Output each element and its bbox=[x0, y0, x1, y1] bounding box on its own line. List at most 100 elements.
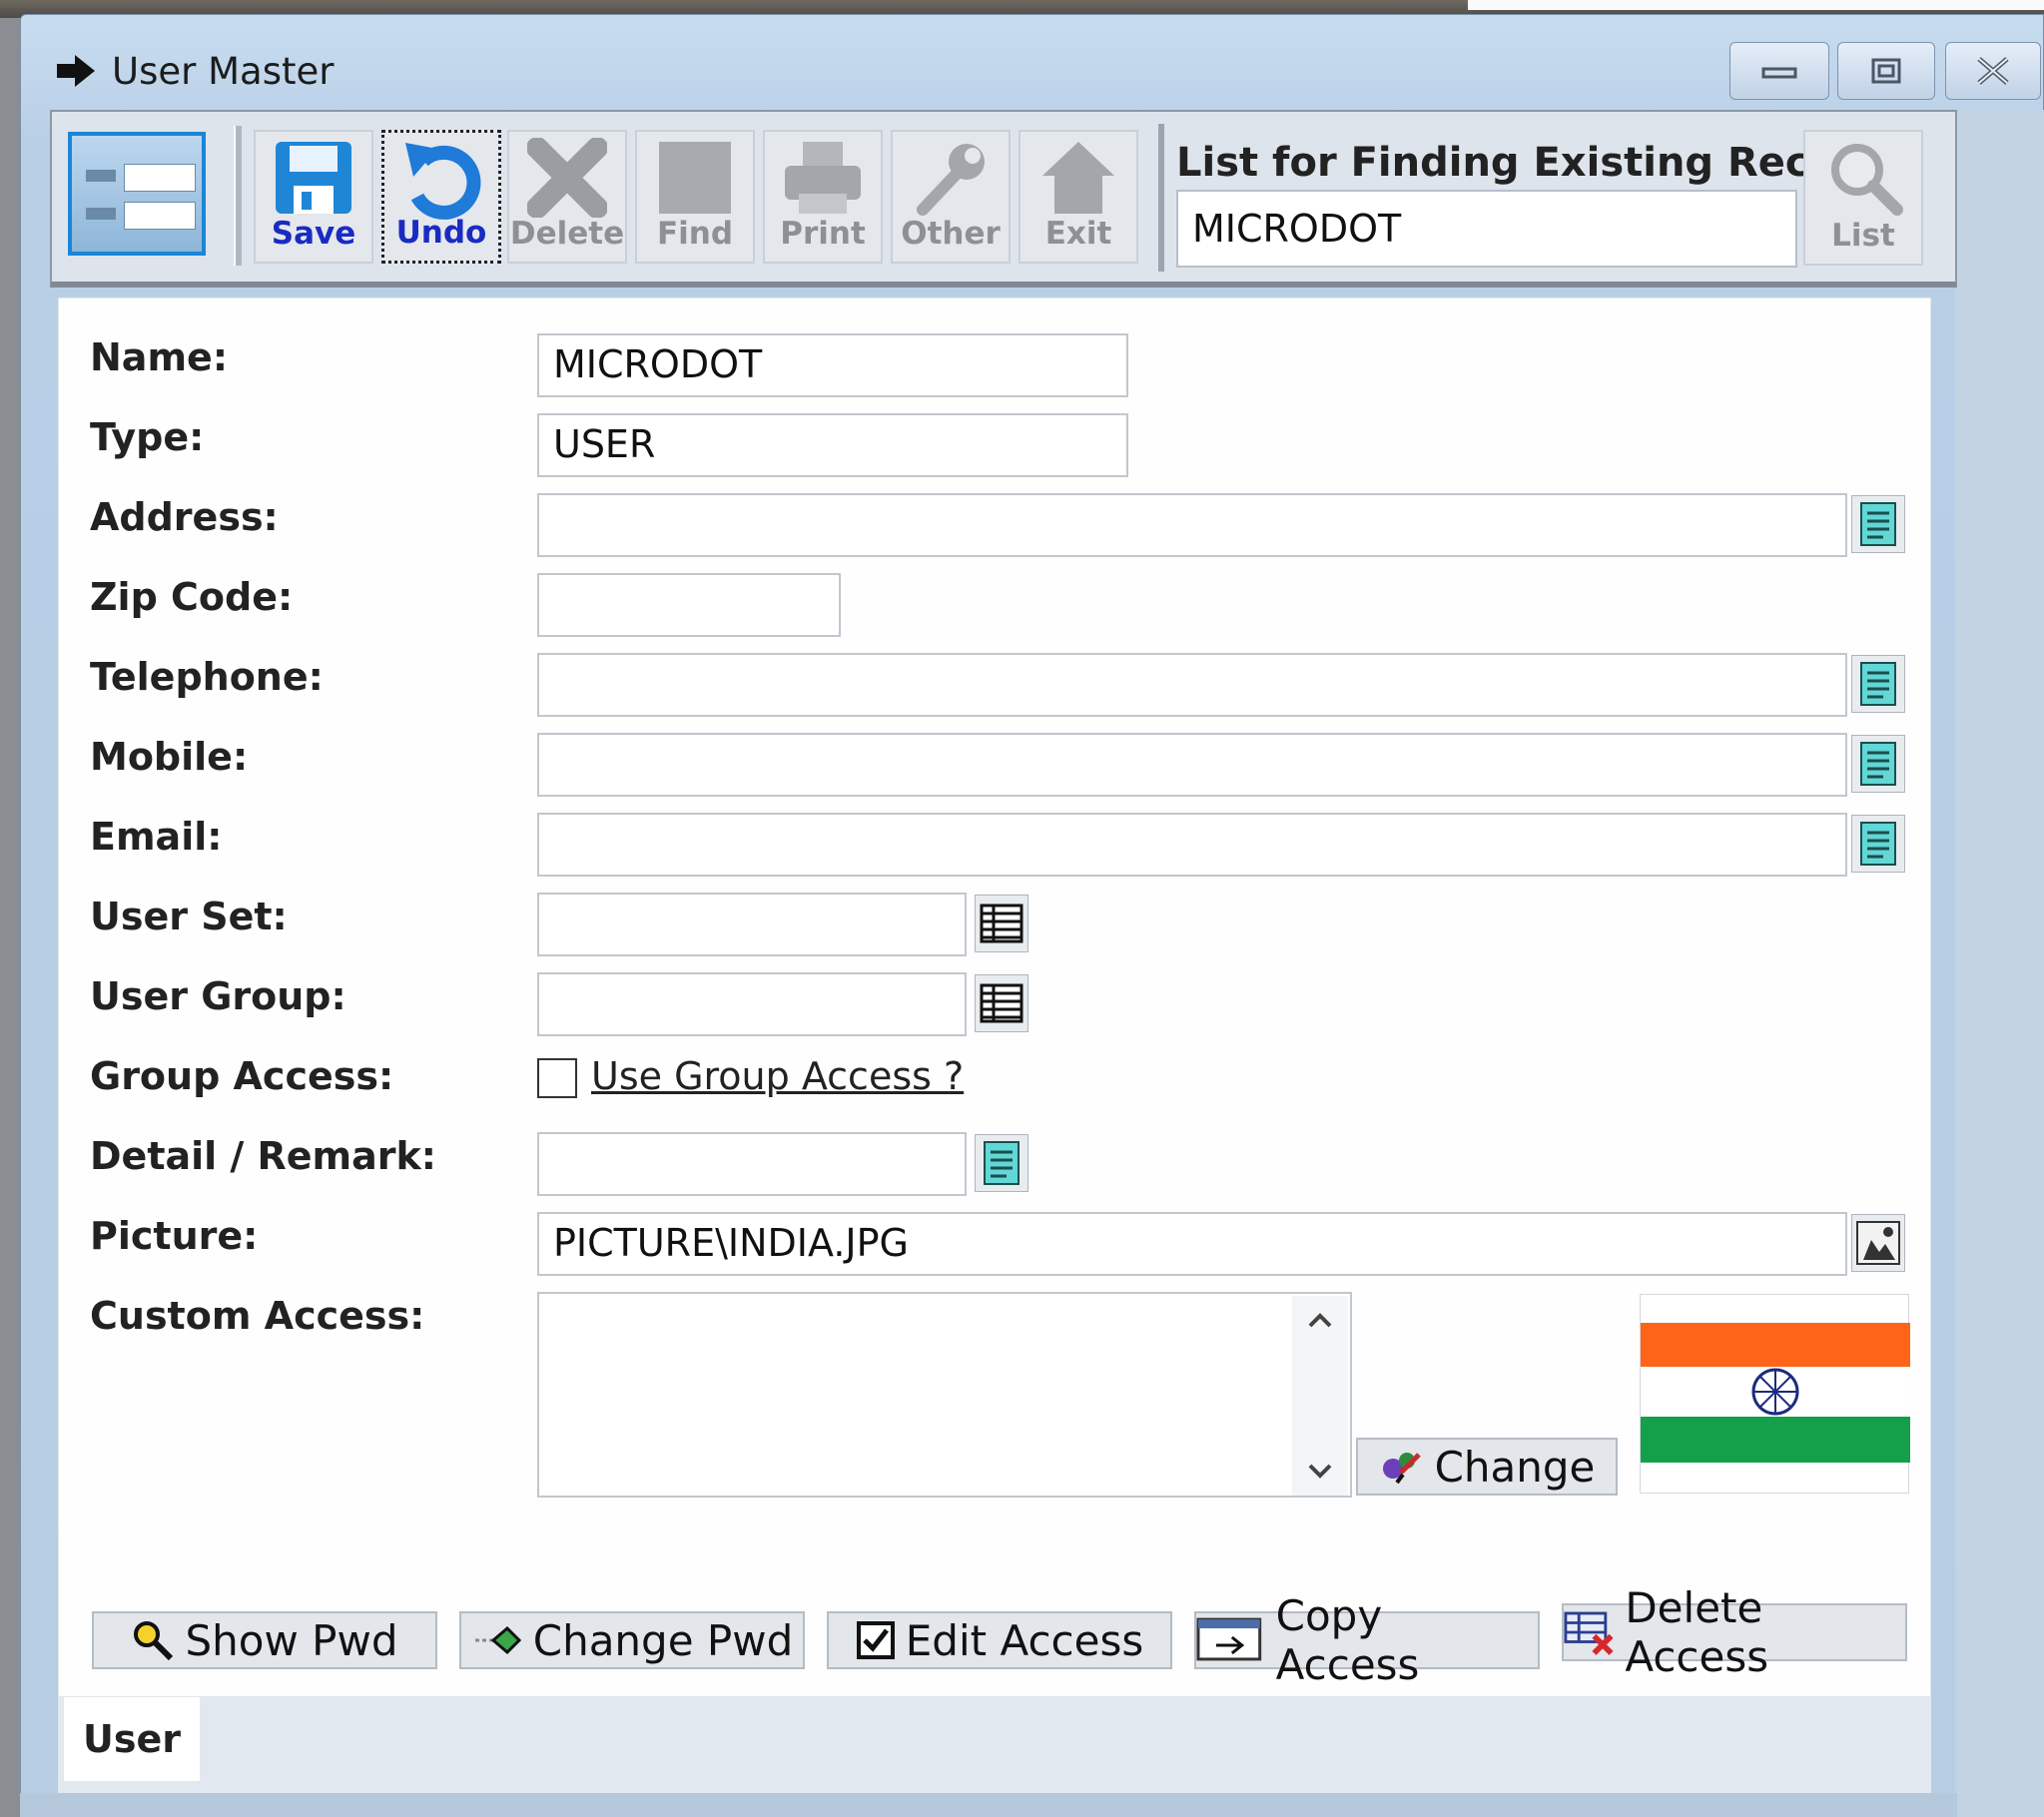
find-label: Find bbox=[656, 216, 734, 252]
user-picture bbox=[1640, 1294, 1910, 1494]
user-set-lookup-button[interactable] bbox=[975, 895, 1028, 952]
show-password-button[interactable]: Show Pwd bbox=[92, 1611, 437, 1669]
delete-label: Delete bbox=[509, 216, 625, 252]
user-group-lookup-button[interactable] bbox=[975, 974, 1028, 1032]
type-label: Type: bbox=[90, 415, 205, 459]
print-button[interactable]: Print bbox=[763, 130, 883, 264]
save-label: Save bbox=[271, 216, 356, 252]
close-icon bbox=[1977, 57, 2009, 85]
mobile-label: Mobile: bbox=[90, 735, 249, 779]
exit-button[interactable]: Exit bbox=[1019, 130, 1138, 264]
note-icon bbox=[1860, 502, 1896, 546]
group-access-label: Group Access: bbox=[90, 1054, 394, 1098]
magnifier-icon bbox=[1831, 144, 1903, 216]
delete-button[interactable]: Delete bbox=[507, 130, 627, 264]
key-pen-icon bbox=[474, 1625, 521, 1655]
custom-access-label: Custom Access: bbox=[90, 1294, 425, 1338]
print-label: Print bbox=[780, 216, 866, 252]
house-exit-icon bbox=[1042, 142, 1114, 214]
window-bottom-border bbox=[20, 1793, 1957, 1817]
mobile-note-button[interactable] bbox=[1851, 735, 1905, 793]
picture-browse-button[interactable] bbox=[1851, 1214, 1905, 1272]
find-record-input[interactable]: MICRODOT bbox=[1176, 190, 1797, 268]
other-label: Other bbox=[901, 216, 1001, 252]
change-password-label: Change Pwd bbox=[532, 1615, 794, 1665]
edit-access-label: Edit Access bbox=[905, 1615, 1144, 1665]
edit-access-button[interactable]: Edit Access bbox=[827, 1611, 1172, 1669]
delete-access-button[interactable]: Delete Access bbox=[1562, 1583, 1907, 1681]
user-set-input[interactable] bbox=[537, 893, 967, 956]
picture-label: Picture: bbox=[90, 1214, 259, 1258]
window-title: User Master bbox=[112, 50, 335, 93]
list-label: List bbox=[1831, 218, 1895, 254]
grid-table-icon bbox=[980, 983, 1023, 1023]
detail-remark-input[interactable] bbox=[537, 1132, 967, 1196]
name-input[interactable]: MICRODOT bbox=[537, 333, 1128, 397]
show-password-label: Show Pwd bbox=[185, 1615, 398, 1665]
note-icon bbox=[984, 1141, 1020, 1185]
note-icon bbox=[1860, 822, 1896, 866]
save-button[interactable]: Save bbox=[254, 130, 373, 264]
india-flag-image bbox=[1641, 1323, 1910, 1463]
change-label: Change bbox=[1434, 1442, 1596, 1492]
minimize-button[interactable] bbox=[1729, 42, 1829, 100]
find-record-label: List for Finding Existing Record: bbox=[1176, 140, 1901, 186]
exit-label: Exit bbox=[1044, 216, 1112, 252]
email-note-button[interactable] bbox=[1851, 815, 1905, 873]
name-label: Name: bbox=[90, 335, 229, 379]
change-password-button[interactable]: Change Pwd bbox=[459, 1611, 805, 1669]
undo-icon bbox=[405, 143, 481, 220]
copy-access-label: Copy Access bbox=[1275, 1591, 1420, 1689]
image-browse-icon bbox=[1856, 1221, 1900, 1265]
user-group-input[interactable] bbox=[537, 972, 967, 1036]
type-input[interactable]: USER bbox=[537, 413, 1128, 477]
use-group-access-checkbox[interactable] bbox=[537, 1058, 577, 1098]
form-icon bbox=[68, 132, 206, 256]
toolbar-separator bbox=[234, 126, 242, 266]
detail-note-button[interactable] bbox=[975, 1134, 1028, 1192]
address-note-button[interactable] bbox=[1851, 495, 1905, 553]
tab-user[interactable]: User bbox=[64, 1697, 200, 1781]
floppy-disk-icon bbox=[276, 142, 351, 214]
use-group-access-label[interactable]: Use Group Access ? bbox=[591, 1054, 964, 1098]
custom-access-textarea[interactable] bbox=[537, 1292, 1352, 1498]
delete-access-label: Delete Access bbox=[1625, 1583, 1769, 1681]
picture-input[interactable]: PICTURE\INDIA.JPG bbox=[537, 1212, 1847, 1276]
detail-remark-label: Detail / Remark: bbox=[90, 1134, 436, 1178]
user-group-label: User Group: bbox=[90, 974, 346, 1018]
chevron-down-icon[interactable] bbox=[1306, 1462, 1334, 1482]
user-set-label: User Set: bbox=[90, 895, 288, 938]
desktop-window-edge bbox=[1468, 0, 2044, 10]
window-right-border bbox=[1955, 110, 2044, 1817]
restore-button[interactable] bbox=[1837, 42, 1935, 100]
printer-icon bbox=[785, 142, 861, 214]
find-button[interactable]: Find bbox=[635, 130, 755, 264]
telephone-label: Telephone: bbox=[90, 655, 324, 699]
minimize-icon bbox=[1761, 67, 1797, 79]
note-icon bbox=[1860, 662, 1896, 706]
tab-strip bbox=[58, 1697, 1931, 1797]
restore-icon bbox=[1871, 58, 1901, 84]
zip-code-label: Zip Code: bbox=[90, 575, 294, 619]
email-input[interactable] bbox=[537, 813, 1847, 877]
undo-button[interactable]: Undo bbox=[381, 130, 501, 264]
grid-table-icon bbox=[980, 904, 1023, 943]
find-icon bbox=[659, 142, 731, 214]
mobile-input[interactable] bbox=[537, 733, 1847, 797]
telephone-note-button[interactable] bbox=[1851, 655, 1905, 713]
chevron-up-icon[interactable] bbox=[1306, 1310, 1334, 1330]
change-picture-button[interactable]: Change bbox=[1356, 1438, 1618, 1496]
close-button[interactable] bbox=[1945, 42, 2041, 100]
address-input[interactable] bbox=[537, 493, 1847, 557]
change-colors-icon bbox=[1382, 1453, 1421, 1485]
note-icon bbox=[1860, 742, 1896, 786]
zip-code-input[interactable] bbox=[537, 573, 841, 637]
telephone-input[interactable] bbox=[537, 653, 1847, 717]
email-label: Email: bbox=[90, 815, 223, 859]
custom-access-scrollbar[interactable] bbox=[1292, 1296, 1348, 1496]
address-label: Address: bbox=[90, 495, 279, 539]
delete-x-icon bbox=[527, 138, 607, 218]
other-button[interactable]: Other bbox=[891, 130, 1011, 264]
list-button[interactable]: List bbox=[1803, 130, 1923, 266]
copy-access-button[interactable]: Copy Access bbox=[1194, 1591, 1540, 1689]
